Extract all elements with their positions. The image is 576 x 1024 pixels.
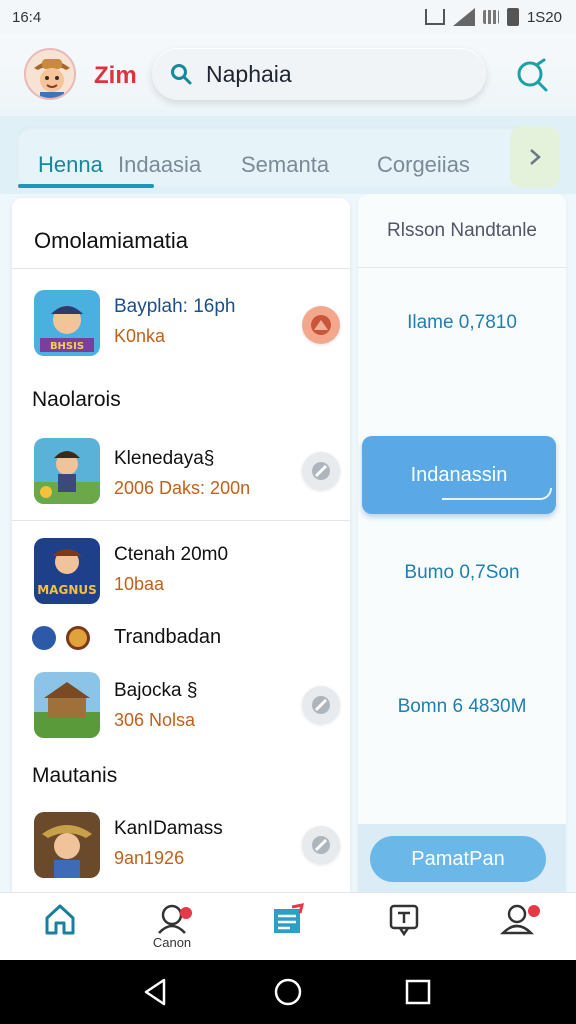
status-bar: 16:4 1S20 bbox=[0, 0, 576, 34]
badge-icon bbox=[32, 626, 56, 650]
mountain-icon bbox=[311, 315, 331, 335]
nav-chat[interactable] bbox=[374, 901, 434, 957]
search-input[interactable]: Naphaia bbox=[152, 48, 486, 100]
item-action-button[interactable] bbox=[302, 826, 340, 864]
side-panel-header: Rlsson Nandtanle bbox=[358, 194, 566, 268]
item-action-button[interactable] bbox=[302, 452, 340, 490]
side-panel: Rlsson Nandtanle Ilame 0,7810 Indanassin… bbox=[358, 194, 566, 892]
game-card-magnus-icon[interactable]: MAGNUS bbox=[34, 538, 100, 604]
app-header: Zim Naphaia bbox=[0, 34, 576, 116]
item-subtitle: 2006 Daks: 200n bbox=[114, 478, 251, 498]
divider bbox=[12, 268, 350, 269]
divider bbox=[12, 520, 350, 521]
search-icon bbox=[171, 64, 192, 85]
item-action-button[interactable] bbox=[302, 306, 340, 344]
swoosh-decoration bbox=[442, 488, 552, 500]
item-action-button[interactable] bbox=[302, 686, 340, 724]
notes-icon bbox=[274, 903, 305, 933]
signal-icon bbox=[452, 8, 475, 26]
avatar[interactable] bbox=[24, 48, 76, 100]
active-tab-indicator bbox=[18, 184, 154, 188]
item-subtitle: 10baa bbox=[114, 574, 165, 594]
tabs-next-button[interactable] bbox=[510, 126, 560, 188]
tab-bar: Henna Indaasia Semanta Corgeiias bbox=[16, 126, 560, 188]
chevron-right-icon bbox=[530, 149, 541, 165]
side-stat: Bumo 0,7Son bbox=[404, 562, 520, 583]
side-primary-button-label: Indanassin bbox=[410, 463, 508, 486]
tab-indaasia[interactable]: Indaasia bbox=[118, 152, 201, 178]
item-subtitle: 306 Nolsa bbox=[114, 710, 196, 730]
side-stat: Ilame 0,7810 bbox=[407, 312, 517, 333]
tab-corgeiias[interactable]: Corgeiias bbox=[377, 152, 470, 178]
notification-badge bbox=[528, 905, 540, 917]
data-icon bbox=[482, 10, 499, 24]
game-list-card: Omolamiamatia BHSIS Bayplah: 16ph K0nka … bbox=[12, 198, 350, 892]
status-icons: 1S20 bbox=[424, 8, 562, 26]
tab-semanta[interactable]: Semanta bbox=[241, 152, 329, 178]
nav-messages[interactable]: Canon bbox=[142, 901, 202, 957]
tab-henna[interactable]: Henna bbox=[38, 152, 103, 178]
game-card-cowboy-icon[interactable] bbox=[34, 812, 100, 878]
item-title: Bajocka § bbox=[114, 680, 198, 701]
item-title: Bayplah: 16ph bbox=[114, 296, 236, 317]
nav-notes[interactable] bbox=[258, 901, 318, 957]
battery-icon bbox=[506, 8, 519, 26]
bottom-nav: Canon bbox=[0, 892, 576, 960]
section-label: Naolarois bbox=[32, 388, 121, 411]
game-card-adventurer-icon[interactable] bbox=[34, 438, 100, 504]
item-subtitle: K0nka bbox=[114, 326, 166, 346]
inline-icons bbox=[32, 626, 90, 650]
notification-badge bbox=[180, 907, 192, 919]
game-card-pirate-icon[interactable]: BHSIS bbox=[34, 290, 100, 356]
compass-icon bbox=[312, 696, 330, 714]
recents-icon[interactable] bbox=[402, 976, 434, 1008]
home-icon bbox=[45, 904, 75, 935]
cowboy-avatar-icon bbox=[26, 50, 74, 98]
side-stat: Bomn 6 4830M bbox=[397, 696, 527, 717]
home-network-icon bbox=[424, 9, 445, 25]
edit-icon bbox=[312, 836, 330, 854]
status-battery-text: 1S20 bbox=[526, 8, 562, 26]
nav-home[interactable] bbox=[30, 901, 90, 957]
item-subtitle: 9an1926 bbox=[114, 848, 185, 868]
item-title: Klenedaya§ bbox=[114, 448, 215, 469]
item-title: KanIDamass bbox=[114, 818, 223, 839]
tab-panel: Henna Indaasia Semanta Corgeiias bbox=[0, 116, 576, 194]
item-title: Ctenah 20m0 bbox=[114, 544, 229, 565]
search-value: Naphaia bbox=[206, 60, 292, 87]
chat-icon bbox=[389, 904, 419, 937]
status-time: 16:4 bbox=[12, 8, 42, 26]
nav-messages-label: Canon bbox=[152, 935, 192, 950]
compass-icon bbox=[312, 462, 330, 480]
svg-text:BHSIS: BHSIS bbox=[50, 341, 84, 352]
coin-icon bbox=[66, 626, 90, 650]
nav-profile[interactable] bbox=[488, 901, 548, 957]
user-name: Zim bbox=[94, 62, 137, 89]
back-icon[interactable] bbox=[140, 976, 172, 1008]
game-card-temple-icon[interactable] bbox=[34, 672, 100, 738]
side-primary-button[interactable]: Indanassin bbox=[362, 436, 556, 514]
inline-row-label: Trandbadan bbox=[114, 626, 222, 648]
home-button-icon[interactable] bbox=[272, 976, 304, 1008]
section-label: Mautanis bbox=[32, 764, 118, 787]
side-cta-button[interactable]: PamatPan bbox=[370, 836, 546, 882]
search-action-icon[interactable] bbox=[514, 58, 550, 94]
list-title: Omolamiamatia bbox=[34, 228, 189, 253]
svg-text:MAGNUS: MAGNUS bbox=[37, 583, 97, 597]
system-nav-bar bbox=[0, 960, 576, 1024]
